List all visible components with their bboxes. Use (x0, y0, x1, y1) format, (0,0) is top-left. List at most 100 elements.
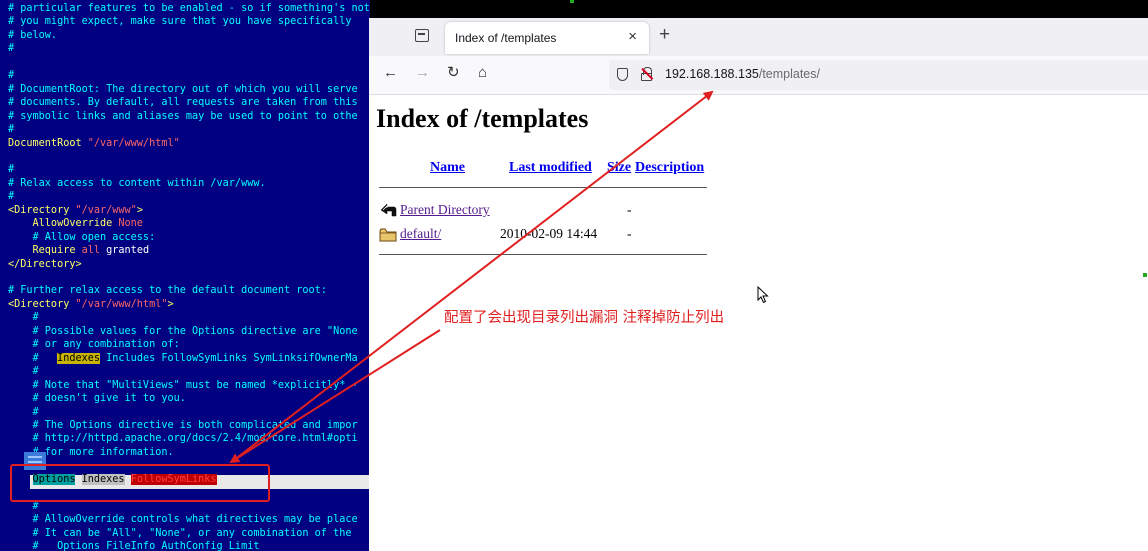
code-token: > (167, 298, 174, 310)
code-token: # AllowOverride controls what directives… (8, 514, 358, 526)
parent-directory-link[interactable]: Parent Directory (400, 202, 490, 218)
row-modified: 2010-02-09 14:44 (500, 226, 598, 241)
code-token: </Directory> (8, 258, 82, 270)
new-tab-button[interactable]: + (659, 25, 670, 45)
code-token: # (8, 70, 15, 82)
column-header-description[interactable]: Description (635, 160, 704, 176)
code-token: Require (8, 245, 82, 257)
code-line: # Indexes Includes FollowSymLinks SymLin… (8, 352, 358, 365)
folder-icon (379, 228, 397, 242)
code-token: # below. (8, 29, 58, 41)
code-token: # you might expect, make sure that you h… (8, 16, 352, 28)
code-line: # http://httpd.apache.org/docs/2.4/mod/c… (8, 432, 358, 445)
code-line: # Possible values for the Options direct… (8, 325, 358, 338)
code-token: # Note that "MultiViews" must be named *… (8, 379, 358, 391)
code-token: # (8, 312, 39, 324)
code-line: # (8, 406, 39, 419)
close-tab-icon[interactable]: × (628, 29, 637, 45)
column-header-size[interactable]: Size (607, 160, 631, 176)
code-token: "/var/www/html" (75, 298, 168, 310)
code-token: # doesn't give it to you. (8, 393, 186, 405)
code-token: <Directory (8, 298, 76, 310)
url-text[interactable]: 192.168.188.135/templates/ (665, 67, 820, 81)
tab-list-icon[interactable] (415, 29, 429, 42)
code-line: # (8, 69, 14, 82)
code-token: # Options FileInfo AuthConfig Limit (8, 541, 260, 551)
row-size: - (627, 226, 632, 241)
browser-window: Index of /templates × + ← → ↻ ⌂ 192.168.… (369, 18, 1148, 551)
column-header-name[interactable]: Name (430, 160, 465, 176)
shield-icon[interactable] (617, 68, 628, 81)
code-token: Includes FollowSymLinks SymLinksifOwnerM… (100, 352, 358, 364)
code-line: # symbolic links and aliases may be used… (8, 110, 358, 123)
code-token: # Further relax access to the default do… (8, 285, 327, 297)
code-token: # documents. By default, all requests ar… (8, 97, 358, 109)
home-button[interactable]: ⌂ (478, 64, 487, 82)
reload-button[interactable]: ↻ (447, 64, 460, 82)
navigation-bar: ← → ↻ ⌂ 192.168.188.135/templates/ (369, 56, 1148, 95)
code-line: # below. (8, 29, 57, 42)
code-line: Require all granted (8, 244, 150, 257)
code-line: # Further relax access to the default do… (8, 284, 327, 297)
tab-bar: Index of /templates × + (369, 18, 1148, 56)
code-token: Indexes (57, 352, 101, 364)
default-folder-link[interactable]: default/ (400, 226, 441, 242)
window-edge-marker (570, 0, 574, 3)
code-token: # (8, 500, 39, 512)
code-token: # It can be "All", "None", or any combin… (8, 527, 352, 539)
row-size: - (627, 202, 632, 217)
code-token: None (118, 218, 143, 230)
code-token: # (8, 191, 15, 203)
code-token: # Possible values for the Options direct… (8, 325, 358, 337)
tab-title: Index of /templates (455, 31, 557, 45)
code-token: DocumentRoot (8, 137, 88, 149)
code-line: # AllowOverride controls what directives… (8, 513, 358, 526)
code-line: # (8, 190, 14, 203)
address-bar[interactable]: 192.168.188.135/templates/ (609, 60, 1148, 90)
code-line: # you might expect, make sure that you h… (8, 15, 351, 28)
code-line: # (8, 123, 14, 136)
code-token: # DocumentRoot: The directory out of whi… (8, 83, 358, 95)
code-line: <Directory "/var/www"> (8, 204, 143, 217)
page-title: Index of /templates (376, 104, 589, 133)
code-line: # (8, 311, 39, 324)
annotation-text: 配置了会出现目录列出漏洞 注释掉防止列出 (444, 310, 725, 326)
code-token: # (8, 124, 15, 136)
code-line: AllowOverride None (8, 217, 143, 230)
window-edge-marker (1143, 273, 1147, 277)
code-token: # symbolic links and aliases may be used… (8, 110, 358, 122)
code-token: # (8, 43, 15, 55)
code-token: > (136, 204, 143, 216)
code-line: # or any combination of: (8, 338, 180, 351)
code-token: granted (100, 245, 150, 257)
code-token: # Relax access to content within /var/ww… (8, 177, 266, 189)
page-content: Index of /templates Name Last modified S… (369, 95, 1148, 551)
code-line: DocumentRoot "/var/www/html" (8, 137, 180, 150)
code-token: # http://httpd.apache.org/docs/2.4/mod/c… (8, 433, 358, 445)
back-arrow-icon (380, 203, 397, 217)
back-button[interactable]: ← (383, 64, 398, 82)
insecure-lock-icon[interactable] (641, 67, 654, 81)
browser-tab[interactable]: Index of /templates × (445, 22, 649, 54)
url-host: 192.168.188.135 (665, 67, 759, 81)
divider (379, 254, 707, 255)
code-line: </Directory> (8, 258, 82, 271)
code-token: # (8, 164, 15, 176)
code-token: # particular features to be enabled - so… (8, 3, 370, 14)
code-line: # DocumentRoot: The directory out of whi… (8, 83, 358, 96)
code-line: # documents. By default, all requests ar… (8, 96, 358, 109)
code-token: # (8, 366, 39, 378)
code-line: # particular features to be enabled - so… (8, 2, 370, 15)
forward-button[interactable]: → (415, 64, 430, 82)
column-header-last-modified[interactable]: Last modified (509, 160, 592, 176)
code-token: # or any combination of: (8, 339, 180, 351)
terminal-editor[interactable]: # particular features to be enabled - so… (0, 0, 370, 551)
code-token: # The Options directive is both complica… (8, 419, 358, 431)
code-token: all (81, 245, 101, 257)
code-line: # Relax access to content within /var/ww… (8, 177, 266, 190)
code-token: "/var/www/html" (87, 137, 180, 149)
mouse-pointer-icon (757, 286, 769, 304)
code-line: # The Options directive is both complica… (8, 419, 358, 432)
url-path: /templates/ (758, 67, 820, 81)
code-token: # (8, 406, 39, 418)
